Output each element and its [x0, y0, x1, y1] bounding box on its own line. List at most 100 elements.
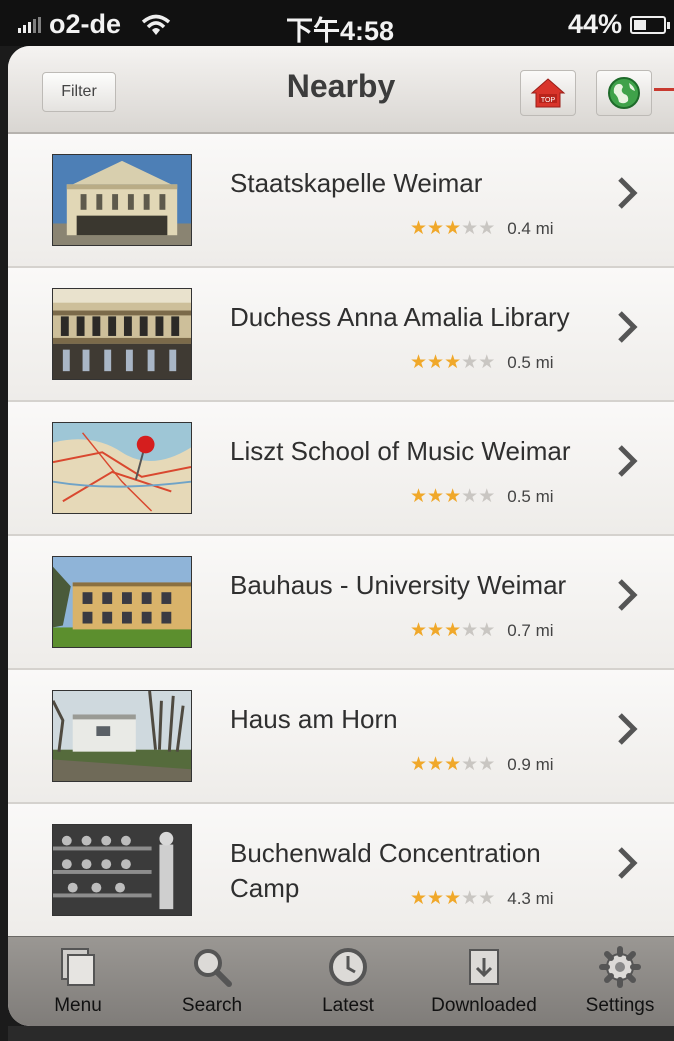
tab-latest[interactable]: Latest: [288, 943, 408, 1017]
tab-label: Search: [181, 995, 243, 1016]
item-rating: ★★★★★ 4.3 mi: [410, 887, 554, 910]
item-distance: 0.4 mi: [507, 218, 554, 238]
star-filled-icon: ★: [410, 620, 428, 641]
item-rating: ★★★★★ 0.4 mi: [410, 217, 554, 240]
list-item[interactable]: Bauhaus - University Weimar ★★★★★ 0.7 mi: [8, 536, 674, 670]
wifi-icon: [141, 14, 171, 35]
star-filled-icon: ★: [444, 352, 462, 373]
list-item[interactable]: Buchenwald Concentration Camp ★★★★★ 4.3 …: [8, 804, 674, 938]
search-icon: [194, 949, 232, 987]
star-filled-icon: ★: [444, 620, 462, 641]
clock-time: 下午4:58: [286, 16, 395, 46]
star-filled-icon: ★: [410, 888, 428, 909]
app-screen: Filter Nearby TOP Staatskapelle Weimar ★…: [8, 46, 674, 1026]
thumbnail-map: [52, 422, 192, 514]
item-title: Staatskapelle Weimar: [230, 168, 483, 198]
item-title: Liszt School of Music Weimar: [230, 436, 571, 466]
tab-label: Settings: [585, 995, 655, 1016]
chevron-right-icon: [618, 445, 638, 477]
top-label: TOP: [541, 97, 556, 104]
star-rating: ★★★★★: [410, 753, 495, 776]
tab-downloaded[interactable]: Downloaded: [424, 943, 544, 1017]
star-filled-icon: ★: [427, 352, 445, 373]
star-empty-icon: ★: [478, 620, 496, 641]
star-filled-icon: ★: [427, 218, 445, 239]
star-rating: ★★★★★: [410, 217, 495, 240]
item-rating: ★★★★★ 0.5 mi: [410, 351, 554, 374]
tab-label: Downloaded: [431, 995, 537, 1016]
item-title: Bauhaus - University Weimar: [230, 570, 567, 600]
item-title: Duchess Anna Amalia Library: [230, 302, 570, 332]
list-item[interactable]: Staatskapelle Weimar ★★★★★ 0.4 mi: [8, 134, 674, 268]
battery-percent: 44%: [567, 9, 622, 39]
chevron-right-icon: [618, 311, 638, 343]
item-rating: ★★★★★ 0.5 mi: [410, 485, 554, 508]
item-rating: ★★★★★ 0.9 mi: [410, 753, 554, 776]
battery-status: 44%: [567, 9, 670, 40]
star-filled-icon: ★: [410, 352, 428, 373]
star-empty-icon: ★: [461, 754, 479, 775]
star-filled-icon: ★: [444, 888, 462, 909]
item-title: Haus am Horn: [230, 704, 398, 734]
tab-menu[interactable]: Menu: [18, 943, 138, 1017]
map-view-button[interactable]: [596, 70, 652, 116]
item-rating: ★★★★★ 0.7 mi: [410, 619, 554, 642]
star-rating: ★★★★★: [410, 485, 495, 508]
star-empty-icon: ★: [478, 754, 496, 775]
chevron-right-icon: [618, 579, 638, 611]
thumbnail-library: [52, 288, 192, 380]
star-filled-icon: ★: [427, 754, 445, 775]
star-filled-icon: ★: [427, 620, 445, 641]
globe-icon: [608, 77, 640, 109]
nearby-list: Staatskapelle Weimar ★★★★★ 0.4 mi Duches…: [8, 134, 674, 938]
tab-bar: Menu Search Latest Downloaded Settings: [8, 936, 674, 1026]
item-distance: 0.9 mi: [507, 754, 554, 774]
thumbnail-haus: [52, 690, 192, 782]
accent-line: [654, 88, 674, 91]
thumbnail-theater: [52, 154, 192, 246]
tab-bar-reflection: Menu Search Latest Downloaded Settings: [8, 1026, 674, 1041]
star-filled-icon: ★: [427, 486, 445, 507]
star-filled-icon: ★: [444, 486, 462, 507]
star-empty-icon: ★: [461, 888, 479, 909]
download-icon: [469, 949, 499, 985]
tab-label: Menu: [54, 995, 102, 1016]
signal-icon: [18, 16, 41, 33]
battery-icon: [630, 15, 670, 34]
list-item[interactable]: Liszt School of Music Weimar ★★★★★ 0.5 m…: [8, 402, 674, 536]
nav-bar: Filter Nearby TOP: [8, 46, 674, 134]
thumbnail-buchenwald: [52, 824, 192, 916]
star-filled-icon: ★: [410, 218, 428, 239]
item-distance: 4.3 mi: [507, 888, 554, 908]
status-bar: o2-de 下午4:58 44%: [0, 0, 674, 46]
star-empty-icon: ★: [461, 218, 479, 239]
star-empty-icon: ★: [461, 486, 479, 507]
clock-icon: [329, 948, 367, 986]
gear-icon: [599, 946, 641, 988]
list-item[interactable]: Haus am Horn ★★★★★ 0.9 mi: [8, 670, 674, 804]
star-filled-icon: ★: [427, 888, 445, 909]
star-empty-icon: ★: [478, 486, 496, 507]
chevron-right-icon: [618, 713, 638, 745]
star-empty-icon: ★: [478, 352, 496, 373]
star-filled-icon: ★: [410, 754, 428, 775]
star-empty-icon: ★: [461, 620, 479, 641]
tab-settings[interactable]: Settings: [560, 943, 674, 1017]
tab-search[interactable]: Search: [152, 943, 272, 1017]
star-filled-icon: ★: [444, 754, 462, 775]
star-empty-icon: ★: [461, 352, 479, 373]
item-distance: 0.7 mi: [507, 620, 554, 640]
chevron-right-icon: [618, 847, 638, 879]
star-rating: ★★★★★: [410, 619, 495, 642]
chevron-right-icon: [618, 177, 638, 209]
list-item[interactable]: Duchess Anna Amalia Library ★★★★★ 0.5 mi: [8, 268, 674, 402]
star-filled-icon: ★: [410, 486, 428, 507]
star-filled-icon: ★: [444, 218, 462, 239]
tab-label: Latest: [322, 995, 374, 1016]
thumbnail-bauhaus: [52, 556, 192, 648]
item-distance: 0.5 mi: [507, 486, 554, 506]
top-button[interactable]: TOP: [520, 70, 576, 116]
carrier-name: o2-de: [49, 9, 122, 39]
menu-icon: [61, 948, 95, 986]
star-empty-icon: ★: [478, 218, 496, 239]
